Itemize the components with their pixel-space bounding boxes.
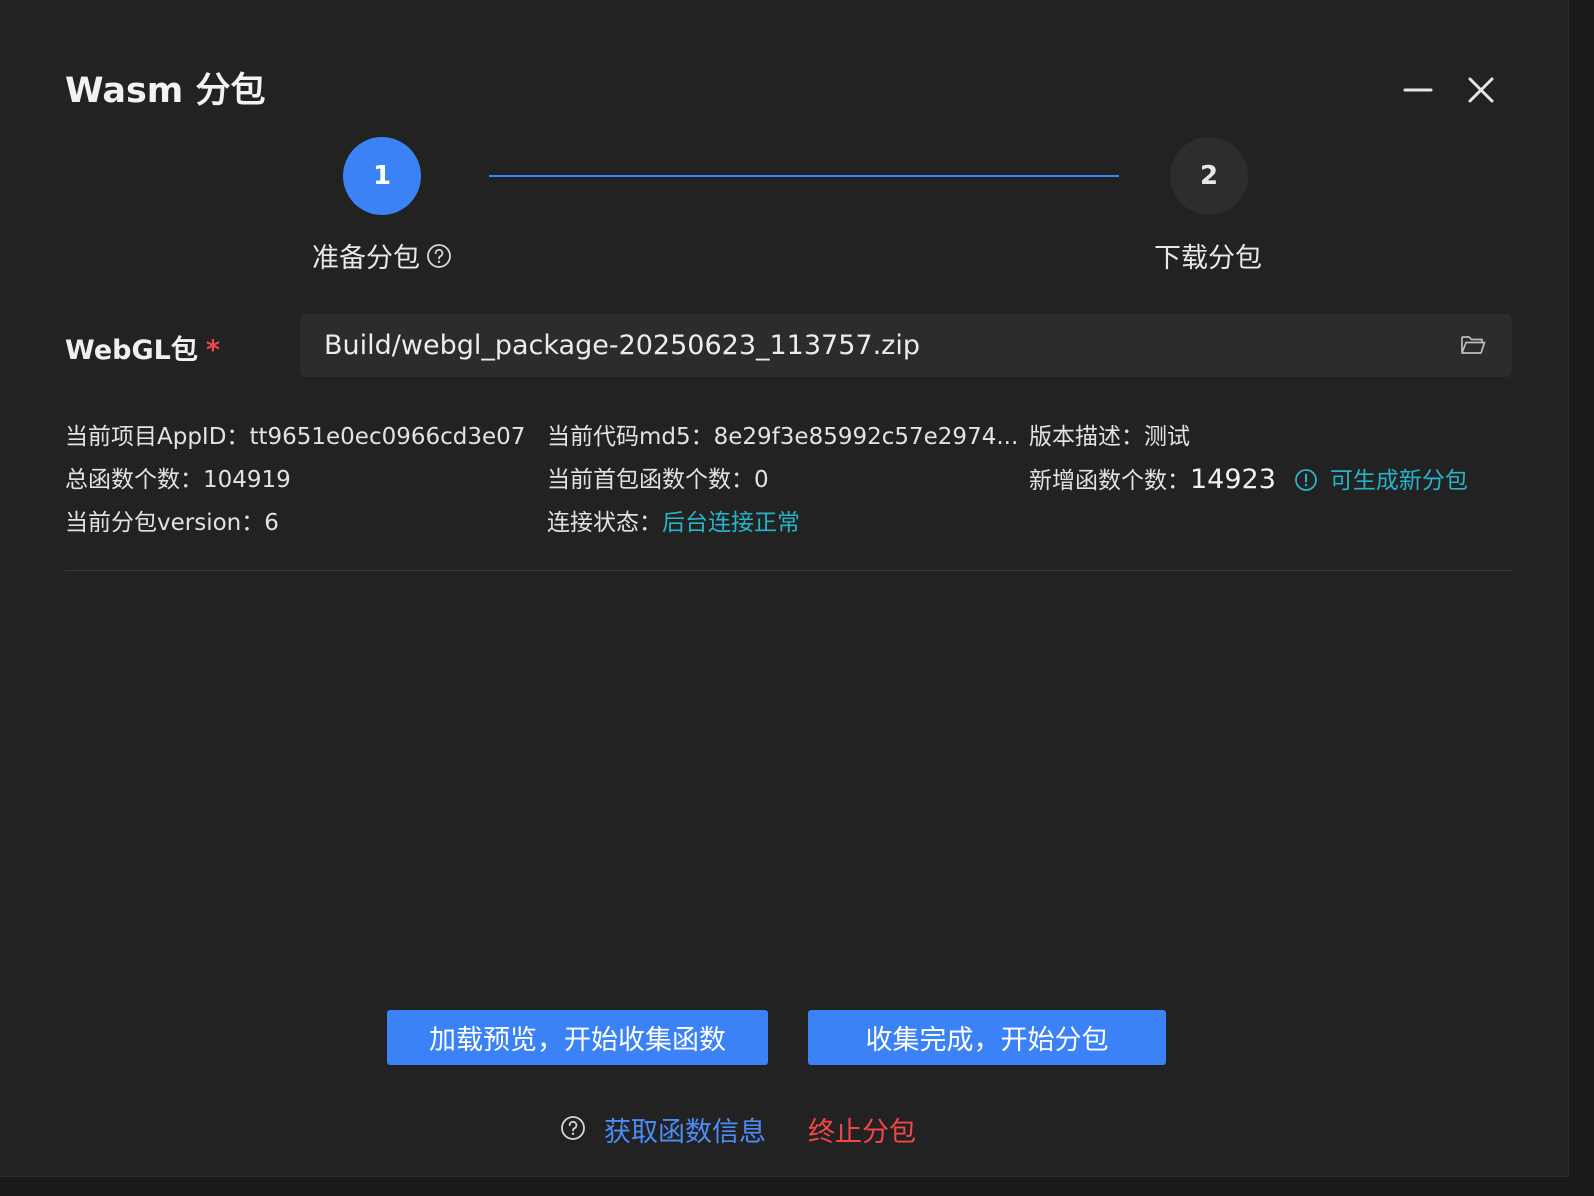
split-version-value: 6 — [264, 510, 279, 536]
md5-info: 当前代码md5：8e29f3e85992c57e2974... — [547, 422, 1018, 452]
new-funcs-value: 14923 — [1190, 464, 1276, 495]
md5-label: 当前代码md5： — [547, 424, 714, 450]
minimize-icon — [1403, 88, 1433, 92]
step-connector — [489, 175, 1119, 177]
start-collect-button[interactable]: 加载预览，开始收集函数 — [387, 1010, 768, 1065]
appid-info: 当前项目AppID：tt9651e0ec0966cd3e07 — [65, 422, 525, 452]
new-funcs-info: 新增函数个数：14923 可生成新分包 — [1029, 465, 1468, 496]
close-icon — [1468, 77, 1494, 103]
connection-label: 连接状态： — [547, 510, 662, 536]
step-2-circle: 2 — [1170, 137, 1248, 215]
minimize-button[interactable] — [1398, 70, 1438, 110]
webgl-package-label-text: WebGL包 — [65, 335, 198, 366]
exclamation-circle-icon — [1294, 468, 1318, 492]
question-circle-icon[interactable] — [426, 243, 452, 269]
step-2-label: 下载分包 — [1154, 243, 1262, 274]
first-pkg-funcs-value: 0 — [754, 467, 769, 493]
get-function-info-link[interactable]: 获取函数信息 — [604, 1110, 766, 1149]
folder-open-icon[interactable] — [1460, 333, 1486, 357]
step-1-circle: 1 — [343, 137, 421, 215]
required-mark: * — [205, 335, 220, 366]
md5-value: 8e29f3e85992c57e2974... — [713, 424, 1019, 450]
question-circle-icon[interactable] — [560, 1115, 586, 1141]
appid-value: tt9651e0ec0966cd3e07 — [249, 424, 526, 450]
version-desc-label: 版本描述： — [1029, 424, 1144, 450]
connection-status-info: 连接状态：后台连接正常 — [547, 508, 800, 538]
appid-label: 当前项目AppID： — [65, 424, 250, 450]
divider — [65, 570, 1512, 571]
start-split-button[interactable]: 收集完成，开始分包 — [808, 1010, 1166, 1065]
total-funcs-label: 总函数个数： — [65, 467, 203, 493]
step-1-label: 准备分包 — [312, 243, 420, 274]
version-desc-info: 版本描述：测试 — [1029, 422, 1190, 452]
first-pkg-funcs-info: 当前首包函数个数：0 — [547, 465, 769, 495]
webgl-package-label: WebGL包 * — [65, 328, 220, 367]
step-1-label-group: 准备分包 — [312, 236, 452, 275]
total-funcs-value: 104919 — [203, 467, 291, 493]
webgl-package-path: Build/webgl_package-20250623_113757.zip — [324, 330, 920, 361]
dialog-title: Wasm 分包 — [65, 71, 266, 111]
version-desc-value: 测试 — [1144, 424, 1190, 450]
webgl-package-input[interactable]: Build/webgl_package-20250623_113757.zip — [300, 314, 1512, 377]
wasm-split-dialog: Wasm 分包 1 2 准备分包 下载分包 WebGL包 * Build/webg… — [0, 0, 1569, 1177]
connection-status: 后台连接正常 — [662, 510, 800, 536]
new-package-hint: 可生成新分包 — [1329, 468, 1468, 494]
first-pkg-funcs-label: 当前首包函数个数： — [547, 467, 754, 493]
stop-split-link[interactable]: 终止分包 — [808, 1110, 916, 1149]
split-version-info: 当前分包version：6 — [65, 508, 279, 538]
new-funcs-label: 新增函数个数： — [1029, 468, 1190, 494]
total-funcs-info: 总函数个数：104919 — [65, 465, 291, 495]
close-button[interactable] — [1461, 70, 1501, 110]
split-version-label: 当前分包version： — [65, 510, 265, 536]
